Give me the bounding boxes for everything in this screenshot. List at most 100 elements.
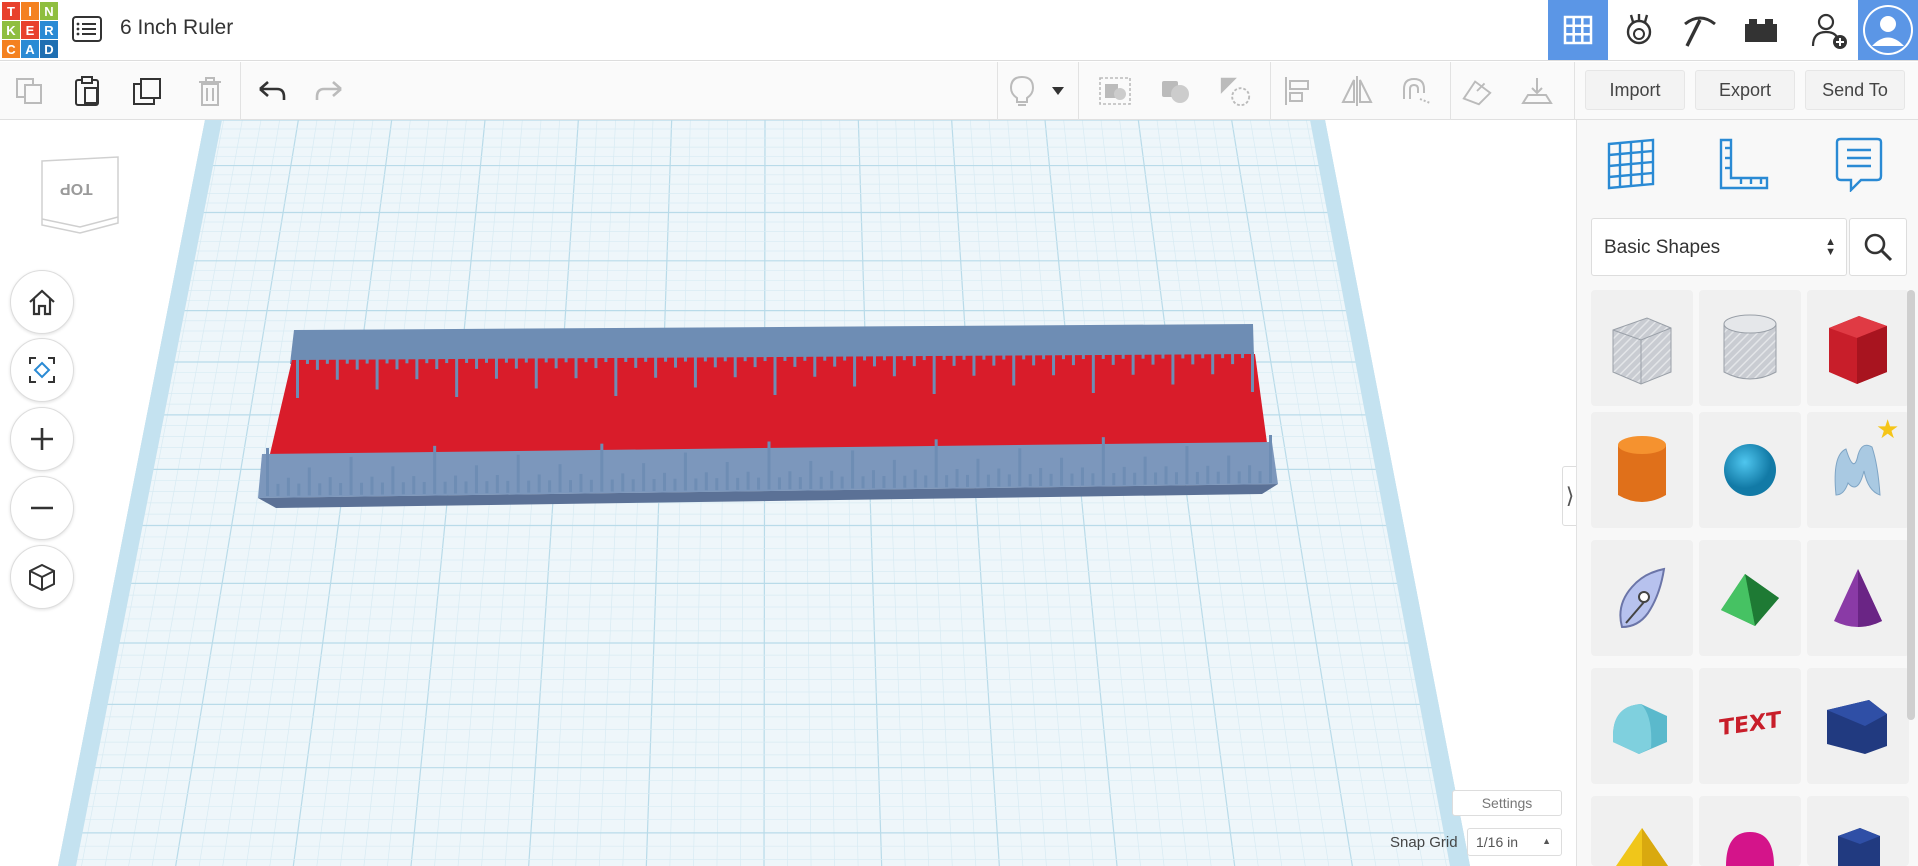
shape-tile-paraboloid-shape[interactable] — [1591, 540, 1693, 656]
logo-letter: T — [2, 2, 20, 20]
search-icon — [1864, 233, 1893, 262]
ruler-shape[interactable] — [258, 324, 1278, 508]
undo-button[interactable] — [255, 74, 289, 108]
zoom-out-button[interactable] — [10, 476, 74, 540]
shape-tile-roof[interactable] — [1699, 540, 1801, 656]
shape-tile-text[interactable]: TEXT — [1699, 668, 1801, 784]
copy-button[interactable] — [12, 74, 46, 108]
settings-button[interactable]: Settings — [1452, 790, 1562, 816]
snap-grid-select[interactable]: 1/16 in ▲ — [1467, 828, 1562, 856]
grid-3d-icon — [1563, 15, 1593, 45]
edit-toolbar: Import Export Send To — [0, 62, 1918, 120]
design-list-icon[interactable] — [72, 16, 102, 42]
workplane-viewport[interactable]: TOP ⟩ — [0, 120, 1576, 866]
shape-tile-wedge[interactable] — [1807, 668, 1909, 784]
shape-category-value: Basic Shapes — [1604, 237, 1721, 258]
logo-letter: E — [21, 21, 39, 39]
perspective-cube-icon — [29, 563, 55, 592]
wedge-icon — [1827, 700, 1887, 754]
shape-tile-polygon[interactable] — [1807, 796, 1909, 866]
perspective-toggle-button[interactable] — [10, 545, 74, 609]
snap-grid-label: Snap Grid — [1390, 834, 1458, 851]
scribble-icon — [1834, 444, 1881, 496]
toolbar-divider — [1270, 62, 1271, 120]
panel-collapse-toggle[interactable]: ⟩ — [1562, 466, 1576, 526]
ruler-tool-button[interactable] — [1715, 136, 1775, 192]
notes-tool-button[interactable] — [1833, 136, 1893, 193]
logo-letter: C — [2, 40, 20, 58]
lego-bricks-button[interactable] — [1731, 0, 1791, 60]
logo-letter: N — [40, 2, 58, 20]
magnet-button[interactable] — [1398, 74, 1432, 108]
invite-user-button[interactable] — [1800, 0, 1860, 60]
cylinder-hole-icon — [1723, 314, 1777, 380]
user-avatar-button[interactable] — [1858, 0, 1918, 60]
round-roof-icon — [1613, 704, 1667, 754]
toolbar-divider — [240, 62, 241, 120]
polygon-icon — [1838, 828, 1880, 866]
shape-category-select[interactable]: Basic Shapes ▲ ▼ — [1591, 218, 1847, 276]
circuits-button[interactable] — [1609, 0, 1669, 60]
box-hole-icon — [1612, 317, 1672, 385]
import-button[interactable]: Import — [1585, 70, 1685, 110]
fit-view-button[interactable] — [10, 338, 74, 402]
workplane-grid[interactable] — [0, 120, 1576, 866]
logo-letter: I — [21, 2, 39, 20]
shape-tile-round-roof[interactable] — [1591, 668, 1693, 784]
shape-tile-half-sphere[interactable] — [1699, 796, 1801, 866]
delete-button[interactable] — [193, 74, 227, 108]
align-button[interactable] — [1280, 74, 1314, 108]
design-title[interactable]: 6 Inch Ruler — [120, 16, 233, 40]
home-view-button[interactable] — [10, 270, 74, 334]
export-button[interactable]: Export — [1695, 70, 1795, 110]
shape-tile-cylinder[interactable] — [1591, 412, 1693, 528]
pickaxe-icon — [1684, 16, 1716, 47]
redo-icon — [315, 81, 342, 100]
toolbar-divider — [1078, 62, 1079, 120]
notes-button[interactable] — [1005, 74, 1039, 108]
view-cube[interactable]: TOP — [38, 153, 122, 237]
shape-search-button[interactable] — [1849, 218, 1907, 276]
tinkercad-logo[interactable]: TIN KER CAD — [0, 0, 58, 58]
shape-tile-box[interactable] — [1807, 290, 1909, 406]
lego-brick-icon — [1745, 19, 1777, 42]
lightbulb-icon — [1009, 75, 1035, 106]
drop-button[interactable] — [1520, 74, 1554, 108]
shape-tile-cone[interactable] — [1807, 540, 1909, 656]
zoom-in-button[interactable] — [10, 407, 74, 471]
ungroup-button[interactable] — [1158, 74, 1192, 108]
view-cube-top-label: TOP — [60, 180, 93, 197]
cruise-button[interactable] — [1218, 74, 1252, 108]
cone-icon — [1834, 569, 1882, 627]
favorite-star-icon: ★ — [1876, 414, 1900, 444]
workplane-tool-button[interactable] — [1603, 136, 1663, 192]
copy-icon — [16, 78, 42, 104]
toolbar-divider — [1574, 62, 1575, 120]
roof-icon — [1721, 574, 1779, 626]
shape-tile-sphere[interactable] — [1699, 412, 1801, 528]
shape-tile-cylinder-hole[interactable] — [1699, 290, 1801, 406]
minus-icon — [31, 506, 53, 510]
mirror-button[interactable] — [1340, 74, 1374, 108]
shapes-panel: Basic Shapes ▲ ▼ TEXT — [1576, 120, 1918, 866]
sphere-icon — [1724, 444, 1776, 496]
drop-to-workplane-icon — [1521, 78, 1553, 104]
notes-dropdown[interactable] — [1048, 74, 1068, 108]
redo-button[interactable] — [312, 74, 346, 108]
chevron-up-icon: ▲ — [1542, 836, 1551, 846]
panel-scrollbar[interactable] — [1907, 290, 1915, 720]
logo-letter: K — [2, 21, 20, 39]
minecraft-button[interactable] — [1670, 0, 1730, 60]
plus-icon — [31, 428, 53, 450]
group-button[interactable] — [1098, 74, 1132, 108]
user-avatar-icon — [1863, 5, 1913, 55]
workplane-button[interactable] — [1460, 74, 1494, 108]
fit-view-icon — [29, 357, 55, 383]
duplicate-button[interactable] — [131, 74, 165, 108]
paste-button[interactable] — [70, 74, 104, 108]
3d-design-button[interactable] — [1548, 0, 1608, 60]
add-user-icon — [1811, 13, 1847, 49]
send-to-button[interactable]: Send To — [1805, 70, 1905, 110]
shape-tile-pyramid[interactable] — [1591, 796, 1693, 866]
shape-tile-box-hole[interactable] — [1591, 290, 1693, 406]
